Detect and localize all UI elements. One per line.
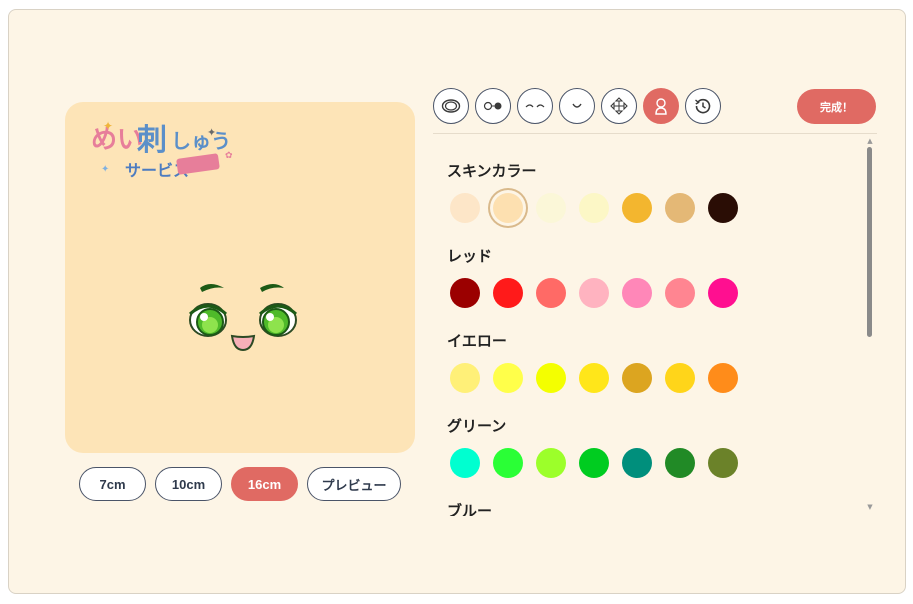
- color-swatch[interactable]: [536, 193, 566, 223]
- brand-logo: めい 刺 しゅう サービス ✦ ✦ ✦ ✿: [91, 119, 233, 180]
- person-color-icon: [655, 98, 667, 115]
- eyebrows-icon: [525, 104, 545, 108]
- color-swatch[interactable]: [450, 363, 480, 393]
- color-group-title: スキンカラー: [447, 163, 537, 180]
- move-arrows-icon: [610, 97, 628, 115]
- right-eyebrow: [260, 284, 284, 292]
- scroll-down-arrow[interactable]: ▼: [866, 503, 874, 511]
- tab-face-outline[interactable]: [433, 88, 469, 124]
- color-swatch[interactable]: [579, 193, 609, 223]
- tab-eyebrows[interactable]: [517, 88, 553, 124]
- svg-text:✿: ✿: [225, 151, 233, 161]
- color-swatch[interactable]: [622, 363, 652, 393]
- color-swatch[interactable]: [665, 278, 695, 308]
- face-outline-icon: [441, 99, 461, 113]
- history-icon: [695, 98, 711, 114]
- mouth: [230, 334, 256, 352]
- svg-text:✦: ✦: [103, 119, 113, 133]
- eyes-icon: [483, 101, 502, 111]
- logo-text-kanji: 刺: [137, 123, 167, 158]
- color-swatch[interactable]: [665, 448, 695, 478]
- left-eye: [189, 303, 227, 337]
- mouth-icon: [572, 103, 582, 108]
- color-swatch[interactable]: [493, 193, 523, 223]
- tab-mouth[interactable]: [559, 88, 595, 124]
- color-group-title: イエロー: [447, 333, 507, 350]
- color-swatch[interactable]: [708, 363, 738, 393]
- color-group-title: ブルー: [447, 503, 493, 516]
- logo-text-main: めい: [91, 125, 143, 155]
- color-swatch[interactable]: [622, 448, 652, 478]
- svg-text:✦: ✦: [101, 164, 109, 175]
- left-eyebrow: [200, 284, 224, 292]
- color-swatch[interactable]: [450, 193, 480, 223]
- color-swatch[interactable]: [450, 278, 480, 308]
- color-swatch[interactable]: [665, 193, 695, 223]
- color-swatch[interactable]: [708, 448, 738, 478]
- color-swatch[interactable]: [708, 193, 738, 223]
- color-swatch[interactable]: [622, 193, 652, 223]
- color-swatch[interactable]: [493, 278, 523, 308]
- preview-button[interactable]: プレビュー: [307, 467, 401, 501]
- tab-color[interactable]: [643, 88, 679, 124]
- size-10cm-button[interactable]: 10cm: [155, 467, 222, 501]
- color-swatch[interactable]: [493, 448, 523, 478]
- color-swatch[interactable]: [536, 363, 566, 393]
- size-7cm-button[interactable]: 7cm: [79, 467, 146, 501]
- color-group-title: レッド: [447, 248, 493, 265]
- size-16cm-button[interactable]: 16cm: [231, 467, 298, 501]
- color-swatch[interactable]: [579, 448, 609, 478]
- tab-position[interactable]: [601, 88, 637, 124]
- svg-text:✦: ✦: [207, 126, 216, 139]
- color-swatch[interactable]: [450, 448, 480, 478]
- color-swatch[interactable]: [665, 363, 695, 393]
- complete-button[interactable]: 完成！: [797, 89, 876, 124]
- face-preview: [189, 284, 297, 352]
- scrollbar[interactable]: ▲ ▼: [866, 137, 874, 512]
- color-swatch[interactable]: [536, 278, 566, 308]
- color-palette: スキンカラー レッドイエローグリーンブルー: [433, 134, 863, 516]
- preview-canvas: めい 刺 しゅう サービス ✦ ✦ ✦ ✿: [65, 102, 415, 453]
- scroll-thumb[interactable]: [867, 147, 872, 337]
- color-swatch[interactable]: [622, 278, 652, 308]
- logo-text-shu: しゅう: [171, 129, 231, 153]
- tab-history[interactable]: [685, 88, 721, 124]
- color-swatch[interactable]: [708, 278, 738, 308]
- right-eye: [259, 303, 297, 337]
- color-swatch[interactable]: [493, 363, 523, 393]
- color-group-title: グリーン: [447, 418, 507, 435]
- color-swatch[interactable]: [579, 278, 609, 308]
- color-swatch[interactable]: [579, 363, 609, 393]
- color-swatch[interactable]: [536, 448, 566, 478]
- tab-eyes[interactable]: [475, 88, 511, 124]
- scroll-up-arrow[interactable]: ▲: [866, 137, 874, 145]
